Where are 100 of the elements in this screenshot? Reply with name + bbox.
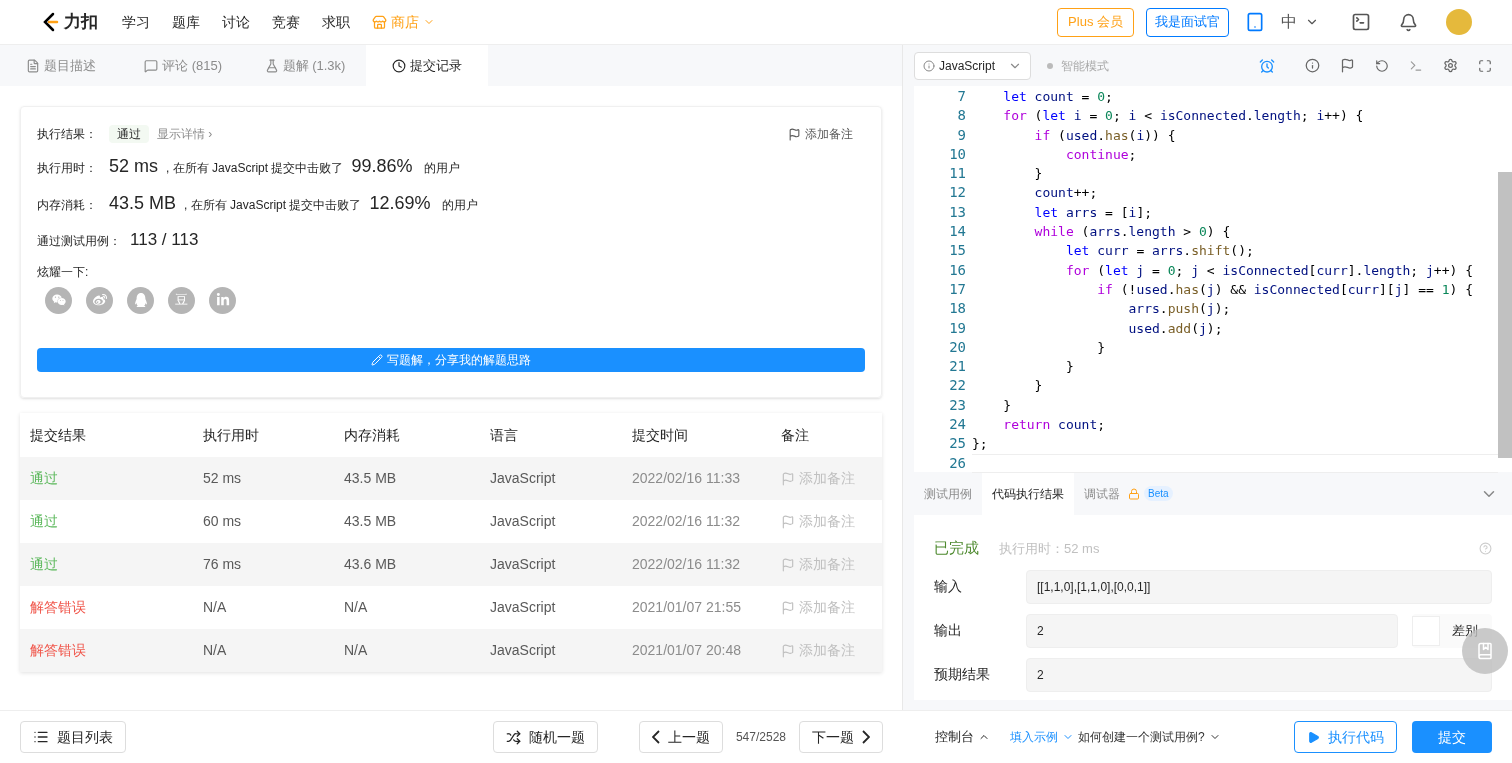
table-cell-text: 52 ms <box>203 469 243 488</box>
code-line: let curr = arrs.shift(); <box>1064 242 1255 261</box>
line-number: 26 <box>948 453 966 473</box>
stat-suffix: 的用户 <box>442 197 479 214</box>
notification-icon[interactable] <box>1399 12 1418 32</box>
interviewer-button[interactable]: 我是面试官 <box>1146 7 1229 37</box>
timer-icon[interactable] <box>1259 57 1275 74</box>
share-button[interactable]: 豆 <box>168 286 195 314</box>
pencil-icon <box>371 353 383 366</box>
beta-badge: Beta <box>1144 486 1173 501</box>
status-cell[interactable]: 解答错误 <box>30 597 203 618</box>
comments-tab-icon <box>144 58 158 73</box>
line-number: 22 <box>948 376 966 396</box>
next-button[interactable]: 下一题 <box>799 721 883 753</box>
line-number: 9 <box>956 125 966 145</box>
line-number: 24 <box>948 415 966 435</box>
line-number: 7 <box>956 87 966 106</box>
code-line: for (let j = 0; j < isConnected[curr].length; j++) { <box>1064 261 1474 280</box>
write-solution-button[interactable]: 写题解，分享我的解题思路 <box>37 347 865 372</box>
playground-icon[interactable] <box>1351 12 1371 32</box>
flag-icon <box>781 600 795 615</box>
code-line: continue; <box>1064 145 1138 164</box>
flag-icon[interactable] <box>1340 58 1355 73</box>
avatar[interactable] <box>1446 9 1472 35</box>
line-number: 8 <box>956 106 966 126</box>
share-button[interactable] <box>209 286 236 314</box>
fill-example-link[interactable]: 填入示例 <box>1010 728 1074 746</box>
smart-mode-toggle[interactable]: 智能模式 <box>1061 56 1109 75</box>
run-status: 已完成 <box>934 538 979 558</box>
stat-value: 52 ms <box>109 155 159 178</box>
fullscreen-icon[interactable] <box>1478 58 1492 73</box>
code-line: return count; <box>1002 416 1107 435</box>
flag-icon <box>781 471 795 486</box>
status-cell[interactable]: 通过 <box>30 511 203 532</box>
terminal-icon[interactable] <box>1409 58 1423 73</box>
panel-tab[interactable]: 提交记录 <box>366 45 488 86</box>
console-tab[interactable]: 调试器 Beta <box>1074 472 1183 515</box>
add-note-button[interactable]: 添加备注 <box>788 125 853 143</box>
run-code-button[interactable]: 执行代码 <box>1294 721 1397 753</box>
language-select[interactable]: JavaScript <box>914 51 1031 80</box>
add-note-button[interactable]: 添加备注 <box>781 597 855 618</box>
info-icon[interactable] <box>1305 58 1320 73</box>
shop-icon <box>372 14 387 30</box>
info-icon <box>923 59 935 72</box>
submit-button[interactable]: 提交 <box>1412 721 1492 753</box>
line-number: 12 <box>948 183 966 203</box>
panel-tab[interactable]: 题目描述 <box>0 45 122 86</box>
wechat-icon <box>51 293 66 307</box>
problem-list-button[interactable]: 题目列表 <box>20 721 126 753</box>
stat-label: 内存消耗： <box>37 197 98 214</box>
console-tab[interactable]: 代码执行结果 <box>982 472 1074 515</box>
code-line: } <box>1096 338 1107 357</box>
nav-link[interactable]: 求职 <box>322 11 350 33</box>
line-number: 13 <box>948 202 966 222</box>
reset-icon[interactable] <box>1375 58 1389 73</box>
shop-link[interactable]: 商店 <box>372 11 435 33</box>
random-problem-button[interactable]: 随机一题 <box>492 721 598 753</box>
table-cell-text: 76 ms <box>203 555 243 574</box>
code-editor[interactable] <box>914 86 1512 472</box>
panel-tab[interactable]: 题解 (1.3k) <box>244 45 366 86</box>
status-cell[interactable]: 通过 <box>30 554 203 575</box>
line-number: 19 <box>948 318 966 338</box>
stat-percent: 99.86% <box>351 155 413 178</box>
share-button[interactable] <box>86 286 113 314</box>
nav-link[interactable]: 竞赛 <box>272 11 300 33</box>
status-cell[interactable]: 解答错误 <box>30 640 203 661</box>
nav-link[interactable]: 讨论 <box>222 11 250 33</box>
nav-link[interactable]: 学习 <box>122 11 150 33</box>
share-button[interactable] <box>127 286 154 314</box>
console-tab[interactable]: 测试用例 <box>914 472 982 515</box>
line-number: 16 <box>948 260 966 280</box>
help-dropdown[interactable]: 如何创建一个测试用例? <box>1078 728 1221 746</box>
stat-suffix: 的用户 <box>424 160 461 177</box>
field-label: 输出 <box>934 621 963 640</box>
share-label: 炫耀一下: <box>37 263 90 281</box>
panel-tab[interactable]: 评论 (815) <box>122 45 244 86</box>
status-cell[interactable]: 通过 <box>30 468 203 489</box>
add-note-button[interactable]: 添加备注 <box>781 511 855 532</box>
table-cell-text: N/A <box>344 598 369 617</box>
share-button[interactable] <box>45 286 72 314</box>
column-header: 提交结果 <box>30 425 87 445</box>
language-dropdown[interactable]: 中 <box>1281 10 1319 34</box>
plus-member-button[interactable]: Plus 会员 <box>1057 7 1134 37</box>
code-line: } <box>1064 358 1075 377</box>
settings-icon[interactable] <box>1443 58 1458 73</box>
table-cell-text: 43.5 MB <box>344 469 398 488</box>
previous-button[interactable]: 上一题 <box>638 721 723 753</box>
book-icon <box>1476 642 1494 660</box>
code-line: } <box>1002 396 1013 415</box>
nav-link[interactable]: 题库 <box>172 11 200 33</box>
console-toggle[interactable]: 控制台 <box>935 727 990 747</box>
table-cell-text: JavaScript <box>490 512 557 531</box>
code-line: if (!used.has(j) && isConnected[curr][j] == 1) { <box>1096 280 1474 299</box>
logo-text[interactable]: 力扣 <box>64 9 98 35</box>
table-cell-text: 43.5 MB <box>344 512 398 531</box>
details-link[interactable]: 显示详情 › <box>157 125 213 143</box>
tablet-icon[interactable] <box>1245 12 1265 32</box>
table-cell-text: N/A <box>203 598 228 617</box>
scrollbar[interactable] <box>1498 172 1512 458</box>
column-header: 执行用时 <box>203 425 260 445</box>
